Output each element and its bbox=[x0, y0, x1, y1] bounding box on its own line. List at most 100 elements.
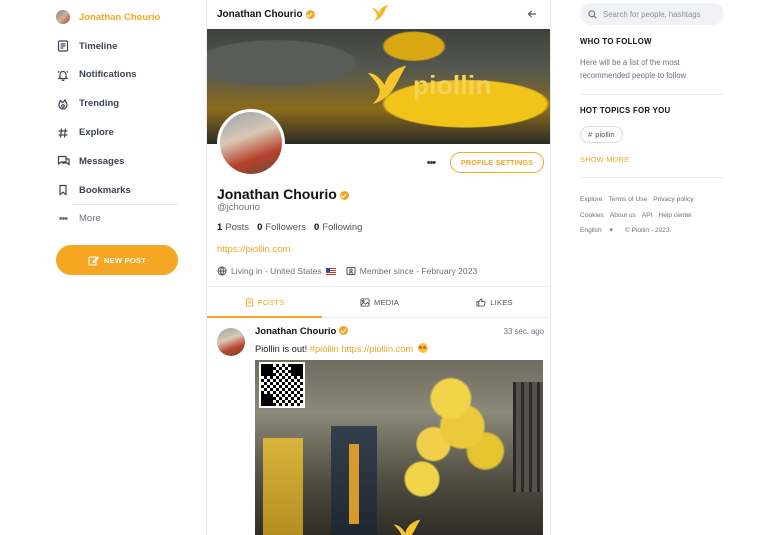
sidebar-divider bbox=[72, 204, 178, 205]
sidebar-item-label: Trending bbox=[79, 98, 120, 110]
following-count: 0 bbox=[314, 222, 320, 233]
footer-link-privacy[interactable]: Privacy policy bbox=[653, 196, 693, 203]
footer-link-api[interactable]: API bbox=[642, 212, 653, 219]
followers-stat[interactable]: 0 Followers bbox=[257, 222, 306, 233]
post-timestamp: 33 sec. ago bbox=[503, 327, 544, 336]
timeline-icon bbox=[56, 39, 70, 53]
messages-icon bbox=[56, 154, 70, 168]
sidebar-item-more[interactable]: ••• More bbox=[56, 205, 180, 234]
header-name: Jonathan Chourio bbox=[217, 9, 303, 20]
sidebar-item-profile[interactable]: Jonathan Chourio bbox=[56, 3, 180, 32]
verified-icon bbox=[305, 10, 315, 19]
verified-icon bbox=[339, 191, 349, 200]
search-bar[interactable] bbox=[580, 3, 724, 25]
post-author[interactable]: Jonathan Chourio bbox=[255, 326, 349, 337]
sidebar-item-label: Jonathan Chourio bbox=[79, 11, 161, 23]
profile-header-bar: Jonathan Chourio bbox=[207, 0, 550, 29]
posts-icon bbox=[245, 297, 253, 307]
cover-brand-text: piollin bbox=[413, 69, 492, 100]
image-detail bbox=[513, 382, 543, 492]
us-flag-icon bbox=[325, 267, 336, 275]
sidebar-item-label: More bbox=[79, 213, 101, 225]
profile-name: Jonathan Chourio bbox=[217, 186, 349, 202]
post-card[interactable]: Jonathan Chourio 33 sec. ago Piollin is … bbox=[207, 318, 550, 535]
post-url-link[interactable]: https://piollin.com bbox=[341, 344, 413, 354]
heart-eyes-emoji-icon bbox=[417, 343, 428, 353]
profile-handle: @jchourio bbox=[217, 202, 260, 213]
sidebar-item-label: Messages bbox=[79, 155, 125, 167]
section-divider bbox=[580, 177, 724, 178]
sidebar-item-timeline[interactable]: Timeline bbox=[56, 32, 180, 61]
post-avatar[interactable] bbox=[217, 328, 245, 356]
tab-posts[interactable]: POSTS bbox=[207, 287, 322, 318]
post-image[interactable] bbox=[255, 360, 543, 535]
who-to-follow-text: Here will be a list of the most recommen… bbox=[580, 58, 687, 80]
followers-label: Followers bbox=[265, 222, 307, 233]
cover-brand: piollin bbox=[363, 63, 492, 107]
trending-icon bbox=[56, 97, 70, 111]
tab-media[interactable]: MEDIA bbox=[322, 287, 437, 317]
copyright-text: © Piollin - 2023. bbox=[624, 227, 672, 234]
language-selector[interactable]: English ▾ bbox=[580, 227, 619, 234]
sidebar-item-label: Bookmarks bbox=[79, 184, 131, 196]
footer-link-about[interactable]: About us bbox=[610, 212, 636, 219]
footer-link-explore[interactable]: Explore bbox=[580, 196, 602, 203]
hashtag-icon bbox=[56, 126, 70, 140]
tab-label: MEDIA bbox=[373, 297, 400, 307]
left-sidebar: Jonathan Chourio Timeline Notifications … bbox=[56, 0, 180, 233]
thumbs-up-icon bbox=[476, 297, 486, 307]
compose-icon bbox=[88, 255, 99, 266]
sidebar-item-trending[interactable]: Trending bbox=[56, 89, 180, 118]
language-label: English bbox=[580, 227, 602, 234]
who-to-follow-title: WHO TO FOLLOW bbox=[580, 37, 652, 46]
piollin-bird-icon bbox=[393, 519, 421, 535]
footer-link-cookies[interactable]: Cookies bbox=[580, 212, 604, 219]
more-options-icon[interactable]: ••• bbox=[423, 155, 439, 171]
post-text: Piollin is out! #piollin https://piollin… bbox=[255, 343, 428, 354]
post-author-name: Jonathan Chourio bbox=[255, 326, 337, 337]
posts-stat[interactable]: 1 Posts bbox=[217, 222, 249, 233]
profile-settings-button[interactable]: PROFILE SETTINGS bbox=[450, 152, 544, 173]
back-arrow-icon[interactable] bbox=[524, 6, 540, 22]
footer-link-terms[interactable]: Terms of Use bbox=[608, 196, 647, 203]
profile-avatar[interactable] bbox=[217, 109, 285, 177]
bookmark-icon bbox=[56, 183, 70, 197]
profile-name-text: Jonathan Chourio bbox=[217, 186, 337, 202]
image-detail bbox=[331, 426, 377, 535]
new-post-button[interactable]: NEW POST bbox=[56, 245, 178, 275]
avatar bbox=[56, 10, 70, 25]
posts-count: 1 bbox=[217, 222, 223, 233]
bell-icon bbox=[56, 68, 70, 82]
caret-down-icon: ▾ bbox=[609, 227, 613, 234]
globe-icon bbox=[217, 266, 227, 276]
more-dots-icon: ••• bbox=[58, 212, 69, 225]
profile-column: Jonathan Chourio piollin ••• PROFILE SET… bbox=[206, 0, 551, 535]
topic-chip[interactable]: # piollin bbox=[580, 126, 623, 143]
profile-website-link[interactable]: https://piollin.com bbox=[217, 244, 290, 255]
profile-stats: 1 Posts 0 Followers 0 Following bbox=[217, 222, 370, 233]
piollin-bird-icon bbox=[367, 65, 407, 105]
sidebar-item-label: Notifications bbox=[79, 69, 137, 81]
profile-tabs: POSTS MEDIA LIKES bbox=[207, 286, 550, 318]
tab-likes[interactable]: LIKES bbox=[437, 287, 550, 317]
sidebar-item-label: Explore bbox=[79, 127, 114, 139]
sidebar-item-messages[interactable]: Messages bbox=[56, 147, 180, 176]
posts-label: Posts bbox=[225, 222, 250, 233]
footer-link-help[interactable]: Help center bbox=[659, 212, 693, 219]
post-text-body: Piollin is out! bbox=[255, 344, 310, 354]
sidebar-item-notifications[interactable]: Notifications bbox=[56, 61, 180, 90]
sidebar-item-bookmarks[interactable]: Bookmarks bbox=[56, 176, 180, 205]
id-card-icon bbox=[346, 267, 356, 275]
show-more-link[interactable]: SHOW MORE bbox=[580, 155, 629, 164]
member-since-info: Member since - February 2023 bbox=[346, 266, 477, 276]
following-stat[interactable]: 0 Following bbox=[314, 222, 362, 233]
search-input[interactable] bbox=[603, 9, 715, 19]
post-hashtag-link[interactable]: #piollin bbox=[310, 344, 339, 354]
piollin-logo-icon[interactable] bbox=[370, 4, 390, 25]
sidebar-item-explore[interactable]: Explore bbox=[56, 118, 180, 147]
tab-label: POSTS bbox=[257, 297, 285, 307]
image-icon bbox=[360, 297, 370, 307]
image-detail bbox=[263, 438, 303, 535]
qr-code-icon bbox=[259, 362, 305, 408]
profile-meta: Living in - United States Member since -… bbox=[217, 266, 487, 276]
